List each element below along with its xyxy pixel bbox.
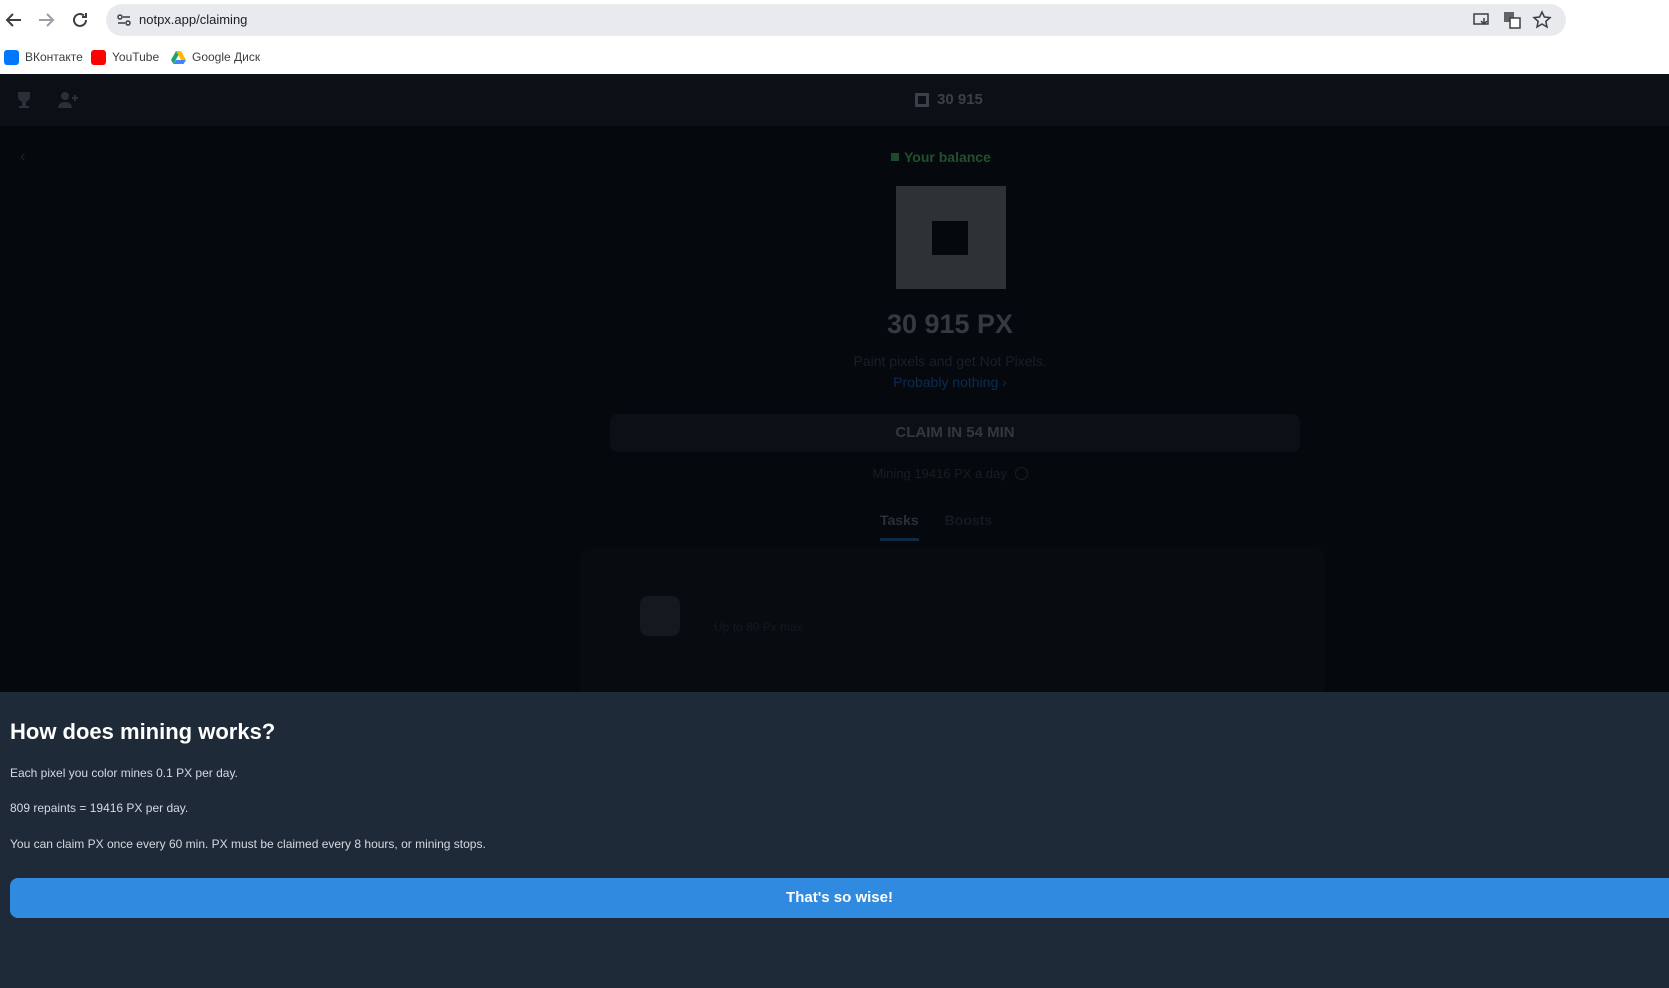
app-header: 30 915: [0, 74, 1669, 126]
site-settings-icon[interactable]: [114, 10, 134, 30]
task-card[interactable]: Up to 80 Px max: [580, 548, 1325, 698]
link-text: Probably nothing: [893, 374, 999, 390]
mining-rate-text: Mining 19416 PX a day: [872, 466, 1007, 481]
chevron-left-icon[interactable]: ‹: [20, 148, 25, 166]
task-reward: Up to 80 Px max: [714, 620, 803, 634]
thats-so-wise-button[interactable]: That's so wise!: [10, 878, 1669, 918]
pixel-coin-icon: [896, 186, 1006, 289]
balance-subtitle: Paint pixels and get Not Pixels.: [853, 353, 1047, 369]
forward-arrow-icon[interactable]: [34, 8, 58, 32]
bookmark-vk[interactable]: ВКонтакте: [4, 48, 83, 66]
header-balance-value: 30 915: [937, 91, 983, 108]
google-drive-icon: [171, 50, 186, 65]
address-bar[interactable]: notpx.app/claiming: [106, 4, 1566, 36]
help-circle-icon[interactable]: [1014, 467, 1028, 480]
youtube-icon: [91, 49, 106, 65]
mining-rate: Mining 19416 PX a day: [750, 466, 1150, 481]
vk-icon: [4, 49, 19, 65]
balance-amount: 30 915 PX: [886, 309, 1014, 339]
bookmark-google-drive[interactable]: Google Диск: [171, 48, 260, 66]
sheet-line-2: 809 repaints = 19416 PX per day.: [10, 801, 189, 815]
back-arrow-icon[interactable]: [2, 8, 26, 32]
your-balance-label: Your balance: [891, 149, 991, 165]
sheet-line-1: Each pixel you color mines 0.1 PX per da…: [10, 766, 238, 780]
task-avatar: [640, 596, 680, 636]
trophy-icon[interactable]: [12, 88, 36, 112]
bookmark-label: Google Диск: [192, 50, 261, 64]
bookmark-youtube[interactable]: YouTube: [91, 48, 159, 66]
claim-button[interactable]: CLAIM IN 54 MIN: [610, 414, 1300, 452]
header-balance: 30 915: [915, 91, 983, 108]
browser-toolbar: notpx.app/claiming: [0, 0, 1669, 40]
add-friend-icon[interactable]: [56, 88, 80, 112]
bookmark-label: YouTube: [112, 50, 160, 64]
probably-nothing-link[interactable]: Probably nothing ›: [750, 374, 1150, 390]
tabs: Tasks Boosts: [880, 512, 992, 541]
bookmarks-bar: ВКонтакте YouTube Google Диск: [0, 40, 1669, 74]
your-balance-text: Your balance: [904, 149, 991, 165]
sheet-line-3: You can claim PX once every 60 min. PX m…: [10, 837, 486, 851]
install-app-icon[interactable]: [1472, 10, 1492, 30]
status-dot: [891, 153, 899, 161]
tab-boosts[interactable]: Boosts: [945, 512, 992, 541]
bookmark-label: ВКонтакте: [25, 50, 83, 64]
sheet-title: How does mining works?: [10, 719, 276, 744]
mining-info-sheet: How does mining works? Each pixel you co…: [0, 692, 1669, 988]
bookmark-star-icon[interactable]: [1532, 10, 1552, 30]
reload-icon[interactable]: [68, 8, 92, 32]
tab-tasks[interactable]: Tasks: [880, 512, 919, 541]
pixel-icon: [915, 92, 929, 107]
translate-icon[interactable]: [1502, 10, 1522, 30]
url-text[interactable]: notpx.app/claiming: [139, 12, 247, 27]
